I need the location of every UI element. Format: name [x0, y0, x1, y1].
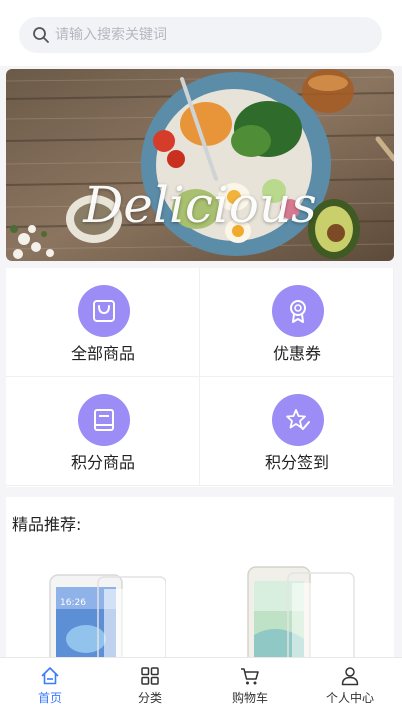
- shopping-bag-icon: [93, 300, 115, 322]
- search-bar-area: 请输入搜索关键词: [0, 0, 402, 66]
- book-icon: [94, 409, 114, 431]
- user-icon: [341, 667, 359, 686]
- tab-cart[interactable]: 购物车: [200, 658, 300, 710]
- phone-clock-text: 16:26: [60, 598, 86, 608]
- badge-icon: [290, 300, 306, 323]
- category-label: 全部商品: [70, 344, 135, 363]
- category-icon-circle: [78, 394, 130, 446]
- category-icon-circle: [272, 285, 324, 337]
- star-check-icon: [286, 409, 310, 430]
- product-image-phone-1[interactable]: 16:26: [46, 573, 166, 667]
- home-page: 请输入搜索关键词 Delicious 全部商品 优惠券 积分商品 积分签到 精品…: [0, 0, 402, 710]
- category-label: 优惠券: [272, 344, 321, 363]
- category-icon-circle: [272, 394, 324, 446]
- category-grid: 全部商品 优惠券 积分商品 积分签到: [6, 268, 394, 487]
- category-points-products[interactable]: 积分商品: [6, 377, 200, 486]
- search-placeholder: 请输入搜索关键词: [55, 27, 167, 43]
- search-icon: [33, 27, 49, 43]
- bottom-tab-bar: 首页 分类 购物车 个人中心: [0, 657, 402, 710]
- recommend-section: 精品推荐: 16:26: [6, 497, 394, 667]
- cart-icon: [241, 668, 259, 685]
- category-coupons[interactable]: 优惠券: [200, 268, 394, 377]
- banner-carousel[interactable]: Delicious: [6, 69, 394, 261]
- grid-icon: [141, 667, 159, 685]
- banner-title: Delicious: [83, 176, 317, 234]
- category-label: 积分商品: [70, 453, 135, 472]
- category-all-products[interactable]: 全部商品: [6, 268, 200, 377]
- tab-profile[interactable]: 个人中心: [300, 658, 400, 710]
- tab-label: 首页: [37, 691, 62, 705]
- category-points-checkin[interactable]: 积分签到: [200, 377, 394, 486]
- search-input[interactable]: 请输入搜索关键词: [19, 17, 382, 53]
- tab-label: 购物车: [231, 691, 268, 705]
- tab-label: 个人中心: [325, 691, 374, 705]
- section-title: 精品推荐:: [12, 515, 82, 534]
- tab-category[interactable]: 分类: [100, 658, 200, 710]
- tab-label: 分类: [137, 691, 162, 705]
- tab-home[interactable]: 首页: [0, 658, 100, 710]
- category-icon-circle: [78, 285, 130, 337]
- category-label: 积分签到: [264, 453, 329, 472]
- product-image-phone-2[interactable]: [242, 565, 362, 667]
- home-icon: [41, 667, 59, 685]
